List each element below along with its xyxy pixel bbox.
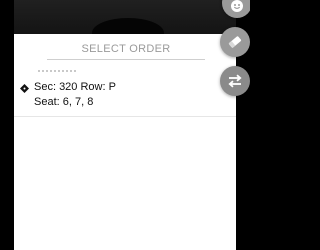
order-list-item[interactable]: Sec: 320 Row: P Seat: 6, 7, 8 — [14, 68, 236, 117]
swap-button[interactable] — [220, 66, 250, 96]
screen: SELECT ORDER Sec: 320 Row: P Seat: 6, 7,… — [0, 0, 250, 250]
smiley-icon — [231, 0, 243, 12]
order-name-faded — [38, 70, 76, 75]
order-sheet: SELECT ORDER Sec: 320 Row: P Seat: 6, 7,… — [14, 34, 236, 250]
eraser-icon — [228, 36, 242, 48]
order-section-row: Sec: 320 Row: P — [34, 81, 116, 93]
select-order-button[interactable]: SELECT ORDER — [47, 38, 205, 60]
background-photo — [14, 0, 236, 34]
ticket-icon — [20, 84, 29, 93]
order-seats: Seat: 6, 7, 8 — [34, 96, 94, 108]
swap-arrows-icon — [228, 74, 242, 88]
eraser-button[interactable] — [220, 27, 250, 57]
photo-shape — [92, 18, 164, 34]
